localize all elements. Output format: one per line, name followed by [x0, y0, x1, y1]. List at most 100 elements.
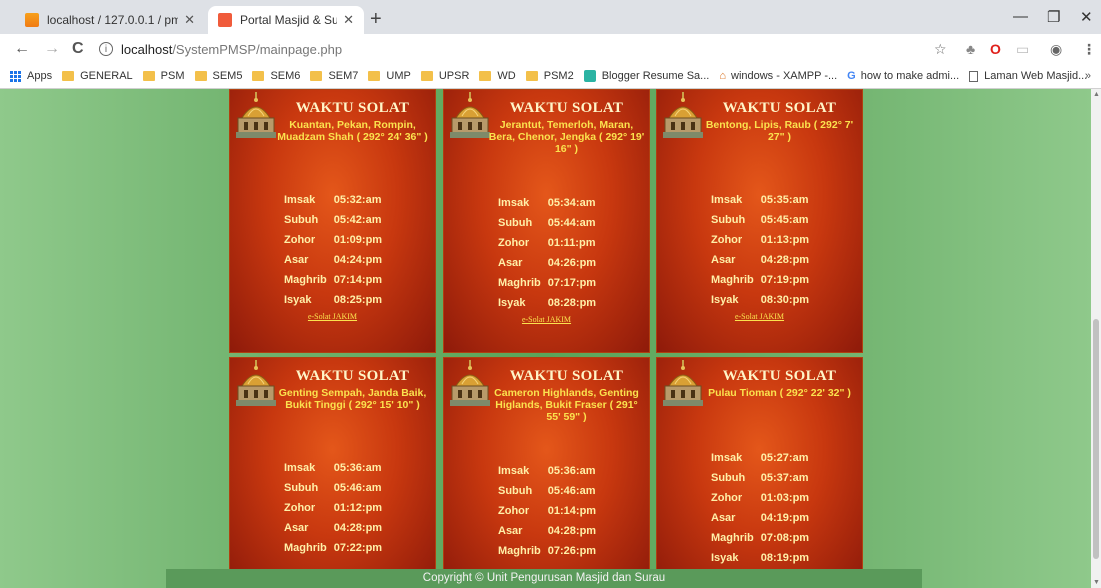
- bookmark-item[interactable]: PSM: [142, 70, 185, 82]
- prayer-name: Maghrib: [711, 274, 754, 286]
- tab-phpmyadmin[interactable]: localhost / 127.0.0.1 / pmsp / sem ✕: [15, 6, 205, 34]
- mosque-icon: [234, 360, 278, 410]
- prayer-time-row: Isyak 08:25:pm: [284, 294, 389, 314]
- bookmark-item[interactable]: ⌂ windows - XAMPP -...: [719, 70, 837, 82]
- prayer-time: 05:45:am: [760, 214, 809, 226]
- bookmark-label: Apps: [27, 70, 53, 82]
- star-icon[interactable]: ☆: [934, 41, 947, 58]
- prayer-time: 04:19:pm: [760, 512, 810, 524]
- bookmark-label: PSM2: [543, 70, 574, 82]
- prayer-times-card: WAKTU SOLAT Cameron Highlands, Genting Hi…: [443, 357, 650, 588]
- bookmark-label: how to make admi...: [860, 70, 960, 82]
- prayer-time: 01:14:pm: [547, 505, 597, 517]
- bookmark-item[interactable]: Apps: [10, 70, 52, 82]
- prayer-name: Maghrib: [711, 532, 754, 544]
- bookmark-item[interactable]: UPSR: [420, 70, 470, 82]
- mosque-icon: [661, 360, 705, 410]
- maximize-icon[interactable]: ❐: [1047, 8, 1060, 26]
- prayer-time: 07:22:pm: [333, 542, 383, 554]
- prayer-name: Zohor: [284, 502, 316, 514]
- bookmark-label: UPSR: [438, 70, 470, 82]
- bookmark-item[interactable]: Blogger Resume Sa...: [583, 70, 709, 82]
- prayer-name: Asar: [711, 254, 736, 266]
- prayer-name: Maghrib: [284, 542, 327, 554]
- prayer-time: 07:19:pm: [760, 274, 810, 286]
- prayer-time-row: Subuh 05:44:am: [498, 217, 603, 237]
- bookmark-label: SEM7: [328, 70, 359, 82]
- prayer-name: Isyak: [498, 297, 526, 309]
- prayer-name: Asar: [498, 257, 523, 269]
- footer-text: Copyright © Unit Pengurusan Masjid dan S…: [422, 572, 666, 584]
- mosque-icon: [234, 92, 278, 142]
- folder-icon: [420, 71, 433, 81]
- prayer-time-row: Asar 04:28:pm: [498, 525, 603, 545]
- prayer-time-row: Maghrib 07:08:pm: [711, 532, 816, 552]
- card-header: WAKTU SOLAT Jerantut, Temerloh, Maran, Be…: [488, 100, 645, 155]
- card-location: Bentong, Lipis, Raub ( 292° 7' 27" ): [705, 119, 854, 143]
- card-location: Cameron Highlands, Genting Higlands, Buk…: [494, 387, 639, 423]
- new-tab-button[interactable]: +: [370, 9, 382, 29]
- prayer-time-row: Maghrib 07:14:pm: [284, 274, 389, 294]
- close-tab-icon[interactable]: ✕: [343, 12, 354, 28]
- prayer-name: Isyak: [284, 294, 312, 306]
- e-solat-jakim-link[interactable]: e-Solat JAKIM: [230, 312, 435, 321]
- prayer-time-row: Imsak 05:35:am: [711, 194, 816, 214]
- menu-icon[interactable]: ⋮: [1082, 41, 1096, 58]
- opera-icon[interactable]: O: [990, 41, 1001, 57]
- bookmarks-overflow-icon[interactable]: »: [1085, 70, 1091, 82]
- e-solat-jakim-link[interactable]: e-Solat JAKIM: [657, 312, 862, 321]
- back-arrow-icon[interactable]: ←: [14, 40, 30, 58]
- prayer-times-card: WAKTU SOLAT Kuantan, Pekan, Rompin, Muadz…: [229, 89, 436, 353]
- prayer-time: 01:13:pm: [760, 234, 810, 246]
- prayer-time: 05:44:am: [547, 217, 596, 229]
- prayer-time: 08:25:pm: [333, 294, 383, 306]
- bookmark-item[interactable]: UMP: [368, 70, 411, 82]
- scroll-up-icon[interactable]: ▲: [1093, 91, 1100, 98]
- address-bar[interactable]: i localhost/SystemPMSP/mainpage.php: [93, 37, 963, 61]
- prayer-time-row: Asar 04:26:pm: [498, 257, 603, 277]
- profile-icon[interactable]: ◉: [1050, 41, 1062, 58]
- mosque-icon: [448, 360, 492, 410]
- bookmark-item[interactable]: SEM5: [194, 70, 242, 82]
- bookmark-label: Laman Web Masjid...: [984, 70, 1088, 82]
- close-tab-icon[interactable]: ✕: [184, 12, 195, 28]
- bookmark-item[interactable]: Laman Web Masjid...: [969, 70, 1087, 82]
- prayer-name: Zohor: [711, 234, 743, 246]
- bookmark-label: GENERAL: [80, 70, 133, 82]
- prayer-name: Zohor: [284, 234, 316, 246]
- prayer-times-table: Imsak 05:36:am Subuh 05:46:am Zohor 01:12:pm A…: [284, 462, 389, 562]
- page-icon: [969, 70, 979, 82]
- card-heading: WAKTU SOLAT: [509, 100, 624, 116]
- folder-icon: [62, 71, 75, 81]
- bookmark-item[interactable]: SEM7: [310, 70, 358, 82]
- minimize-icon[interactable]: —: [1013, 8, 1028, 25]
- footer: Copyright © Unit Pengurusan Masjid dan S…: [166, 569, 922, 588]
- prayer-time-row: Imsak 05:34:am: [498, 197, 603, 217]
- prayer-name: Imsak: [711, 452, 743, 464]
- extension-icon[interactable]: ♣: [966, 41, 975, 57]
- prayer-name: Maghrib: [284, 274, 327, 286]
- prayer-time: 05:36:am: [547, 465, 596, 477]
- extension-icon[interactable]: ▭: [1016, 41, 1029, 58]
- bookmark-item[interactable]: GENERAL: [62, 70, 133, 82]
- prayer-times-card: WAKTU SOLAT Genting Sempah, Janda Baik, B…: [229, 357, 436, 588]
- info-icon[interactable]: i: [99, 42, 113, 56]
- reload-icon[interactable]: C: [72, 40, 84, 58]
- scrollbar-thumb[interactable]: [1093, 319, 1099, 559]
- card-heading: WAKTU SOLAT: [722, 100, 837, 116]
- e-solat-jakim-link[interactable]: e-Solat JAKIM: [444, 315, 649, 324]
- close-window-icon[interactable]: ✕: [1080, 8, 1093, 26]
- bookmark-item[interactable]: Ghow to make admi...: [847, 70, 959, 82]
- bookmark-item[interactable]: WD: [479, 70, 516, 82]
- bookmark-item[interactable]: PSM2: [525, 70, 574, 82]
- prayer-time-row: Asar 04:19:pm: [711, 512, 816, 532]
- scrollbar[interactable]: ▲ ▼: [1091, 89, 1101, 588]
- prayer-name: Subuh: [711, 472, 746, 484]
- prayer-time: 07:08:pm: [760, 532, 810, 544]
- tab-portal-masjid[interactable]: Portal Masjid & Surau Pahang ✕: [208, 6, 364, 34]
- bookmark-item[interactable]: SEM6: [252, 70, 300, 82]
- forward-arrow-icon[interactable]: →: [44, 40, 60, 58]
- scroll-down-icon[interactable]: ▼: [1093, 579, 1100, 586]
- card-header: WAKTU SOLAT Pulau Tioman ( 292° 22' 32" ): [701, 368, 858, 399]
- prayer-time: 05:37:am: [760, 472, 809, 484]
